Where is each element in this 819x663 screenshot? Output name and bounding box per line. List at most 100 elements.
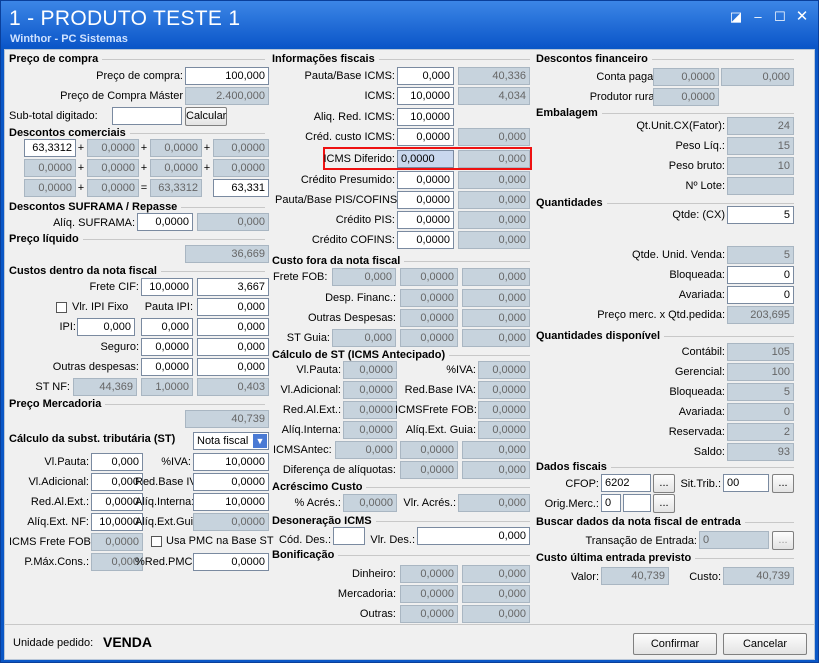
chevron-down-icon[interactable]: ▼ — [253, 434, 267, 448]
ultima-custo-label: Custo: — [689, 571, 721, 583]
pauta-ipi-input[interactable]: 0,000 — [197, 298, 269, 316]
section-acrescimo: Acréscimo Custo — [272, 481, 367, 493]
usa-pmc-checkbox[interactable] — [151, 536, 162, 547]
origmerc-lookup-button[interactable]: ... — [653, 494, 675, 513]
unidade-pedido-label: Unidade pedido: — [13, 637, 94, 649]
close-icon[interactable]: ✕ — [794, 9, 810, 25]
ipi-pct[interactable]: 0,000 — [77, 318, 135, 336]
st-guia-label: ST Guia: — [286, 332, 330, 344]
seguro-pct[interactable]: 0,0000 — [141, 338, 193, 356]
seguro-label: Seguro: — [100, 341, 139, 353]
minimize-icon[interactable]: – — [750, 9, 766, 25]
acres-vlr-label: Vlr. Acrés.: — [403, 497, 456, 509]
bloqueada-label: Bloqueada: — [669, 269, 725, 281]
st-redpmc-input[interactable]: 0,0000 — [193, 553, 269, 571]
st-iva-input[interactable]: 10,0000 — [193, 453, 269, 471]
red-icms-input[interactable]: 10,0000 — [397, 108, 454, 126]
cred-pis-valor: 0,000 — [458, 211, 530, 229]
st-vlpauta-input[interactable]: 0,000 — [91, 453, 143, 471]
antec-redalext-label: Red.Al.Ext.: — [282, 404, 341, 416]
pauta-icms-input[interactable]: 0,000 — [397, 67, 454, 85]
subtotal-input[interactable] — [112, 107, 182, 125]
sittrib-input[interactable]: 00 — [723, 474, 769, 492]
antec-vladic-label: Vl.Adicional: — [280, 384, 341, 396]
section-custos-nota: Custos dentro da nota fiscal — [9, 265, 161, 277]
ipi-extra[interactable]: 0,000 — [141, 318, 193, 336]
reservada-field: 2 — [727, 423, 794, 441]
pauta-icms-label: Pauta/Base ICMS: — [304, 70, 396, 82]
saldo-field: 93 — [727, 443, 794, 461]
preco-compra-input[interactable]: 100,000 — [185, 67, 269, 85]
cred-custo-input[interactable]: 0,0000 — [397, 128, 454, 146]
bonif-outras-2: 0,000 — [462, 605, 530, 623]
bloqueada-input[interactable]: 0 — [727, 266, 794, 284]
st-pmax-label: P.Máx.Cons.: — [24, 556, 89, 568]
pauta-pis-input[interactable]: 0,0000 — [397, 191, 454, 209]
preco-liquido-field: 36,669 — [185, 245, 269, 263]
st-aliqextguia-label: Alíq.Ext.Guia: — [135, 516, 203, 528]
cancelar-button[interactable]: Cancelar — [723, 633, 807, 655]
peso-bruto-field: 10 — [727, 157, 794, 175]
cod-des-input[interactable] — [333, 527, 365, 545]
vlr-des-input[interactable]: 0,000 — [417, 527, 530, 545]
frete-cif-pct[interactable]: 10,0000 — [141, 278, 193, 296]
sittrib-lookup-button[interactable]: ... — [772, 474, 794, 493]
seguro-valor[interactable]: 0,000 — [197, 338, 269, 356]
transacao-field: 0 — [699, 531, 769, 549]
transacao-lookup-button[interactable]: ... — [772, 531, 794, 550]
st-aliqint-label: Alíq.Interna: — [135, 496, 195, 508]
calcular-button[interactable]: Calcular — [185, 107, 227, 126]
avariada-input[interactable]: 0 — [727, 286, 794, 304]
section-st-antecipado: Cálculo de ST (ICMS Antecipado) — [272, 349, 450, 361]
st-aliqint-input[interactable]: 10,0000 — [193, 493, 269, 511]
cred-cofins-input[interactable]: 0,0000 — [397, 231, 454, 249]
saldo-label: Saldo: — [693, 446, 725, 458]
antec-icmsantec-label: ICMSAntec: — [273, 444, 332, 456]
dialog-window: 1 - PRODUTO TESTE 1 Winthor - PC Sistema… — [0, 0, 819, 663]
icms-diferido-valor: 0,000 — [458, 150, 530, 168]
unidade-pedido-value: VENDA — [103, 634, 153, 650]
origmerc-input[interactable]: 0 — [601, 494, 621, 512]
presumido-input[interactable]: 0,0000 — [397, 171, 454, 189]
desp-financ-1: 0,0000 — [400, 289, 458, 307]
frete-fob-2: 0,0000 — [400, 268, 458, 286]
qtde-input[interactable]: 5 — [727, 206, 794, 224]
desconto-3: 0,0000 — [150, 139, 202, 157]
ipi-valor[interactable]: 0,000 — [197, 318, 269, 336]
st-guia-1: 0,000 — [332, 329, 396, 347]
st-redbase-input[interactable]: 0,0000 — [193, 473, 269, 491]
desconto-1[interactable]: 63,3312 — [24, 139, 76, 157]
preco-merc-qtd-field: 203,695 — [727, 306, 794, 324]
lote-field — [727, 177, 794, 195]
qtunit-field: 24 — [727, 117, 794, 135]
desconto-10: 0,0000 — [87, 179, 139, 197]
section-embalagem: Embalagem — [536, 107, 602, 119]
desconto-total-val[interactable]: 63,331 — [213, 179, 269, 197]
suframa-label: Alíq. SUFRAMA: — [53, 217, 135, 229]
outras-despesas-pct[interactable]: 0,0000 — [141, 358, 193, 376]
section-bonificacao: Bonificação — [272, 549, 339, 561]
suframa-valor: 0,000 — [197, 213, 269, 231]
st-iva-label: %IVA: — [161, 456, 191, 468]
ultima-valor-label: Valor: — [571, 571, 599, 583]
suframa-input[interactable]: 0,0000 — [137, 213, 193, 231]
restore-icon[interactable]: ◪ — [728, 9, 744, 25]
ipi-fixo-checkbox[interactable] — [56, 302, 67, 313]
qtde-unid-field: 5 — [727, 246, 794, 264]
antec-aliqint-field: 0,0000 — [343, 421, 397, 439]
cfop-input[interactable]: 6202 — [601, 474, 651, 492]
preco-master-field: 2.400,000 — [185, 87, 269, 105]
confirmar-button[interactable]: Confirmar — [633, 633, 717, 655]
cfop-lookup-button[interactable]: ... — [653, 474, 675, 493]
subtotal-label: Sub-total digitado: — [9, 110, 98, 122]
icms-diferido-input[interactable]: 0,0000 — [397, 150, 454, 168]
icms-input[interactable]: 10,0000 — [397, 87, 454, 105]
outras-despesas-valor[interactable]: 0,000 — [197, 358, 269, 376]
cred-pis-input[interactable]: 0,0000 — [397, 211, 454, 229]
icms-valor: 4,034 — [458, 87, 530, 105]
frete-cif-valor[interactable]: 3,667 — [197, 278, 269, 296]
form-body: Preço de compra Preço de compra: 100,000… — [4, 49, 815, 660]
antec-redalext-field: 0,0000 — [343, 401, 397, 419]
maximize-icon[interactable]: ☐ — [772, 9, 788, 25]
qtunit-label: Qt.Unit.CX(Fator): — [636, 120, 725, 132]
